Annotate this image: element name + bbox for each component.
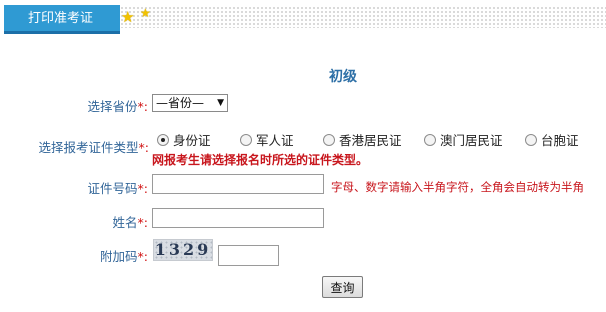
cert-type-label: 选择报考证件类型*: bbox=[38, 140, 149, 155]
captcha-text: 1329 bbox=[154, 240, 212, 259]
radio-label: 台胞证 bbox=[541, 133, 579, 148]
radio-label: 香港居民证 bbox=[339, 133, 402, 148]
id-number-label: 证件号码*: bbox=[87, 181, 148, 196]
query-button[interactable]: 查询 bbox=[322, 276, 363, 298]
radio-hongkong-resident[interactable]: 香港居民证 bbox=[323, 130, 402, 148]
province-selected-value: —省份— bbox=[156, 96, 205, 110]
top-bar: 打印准考证 ★ ★ bbox=[0, 0, 606, 34]
radio-button[interactable] bbox=[240, 134, 252, 146]
name-label: 姓名*: bbox=[112, 215, 148, 230]
exam-admission-print-page: 打印准考证 ★ ★ 初级 选择省份*: —省份— ▼ 选择报考证件类型*: 身份… bbox=[0, 0, 606, 312]
tab-print-admission[interactable]: 打印准考证 bbox=[4, 5, 120, 34]
star-icon: ★ bbox=[140, 6, 151, 20]
radio-button[interactable] bbox=[424, 134, 436, 146]
cert-type-warning: 网报考生请选择报名时所选的证件类型。 bbox=[152, 153, 369, 167]
radio-military-card[interactable]: 军人证 bbox=[240, 130, 294, 148]
radio-button[interactable] bbox=[525, 134, 537, 146]
captcha-input[interactable] bbox=[218, 245, 279, 266]
captcha-image[interactable]: 1329 bbox=[153, 239, 213, 261]
radio-label: 军人证 bbox=[256, 133, 294, 148]
radio-button[interactable] bbox=[157, 134, 169, 146]
province-label: 选择省份*: bbox=[87, 99, 148, 114]
radio-label: 澳门居民证 bbox=[440, 133, 503, 148]
id-number-input[interactable] bbox=[152, 174, 324, 194]
form-title: 初级 bbox=[329, 69, 357, 85]
captcha-label: 附加码*: bbox=[100, 249, 148, 264]
province-select[interactable]: —省份— ▼ bbox=[152, 94, 228, 112]
star-icon: ★ bbox=[121, 8, 135, 26]
dropdown-arrow-icon: ▼ bbox=[217, 98, 224, 108]
radio-button[interactable] bbox=[323, 134, 335, 146]
dotted-divider bbox=[120, 6, 606, 28]
id-number-hint: 字母、数字请输入半角字符，全角会自动转为半角 bbox=[331, 180, 584, 194]
name-input[interactable] bbox=[152, 208, 324, 228]
radio-id-card[interactable]: 身份证 bbox=[157, 130, 211, 148]
radio-taiwan-compatriot[interactable]: 台胞证 bbox=[525, 130, 579, 148]
radio-label: 身份证 bbox=[173, 133, 211, 148]
radio-macau-resident[interactable]: 澳门居民证 bbox=[424, 130, 503, 148]
